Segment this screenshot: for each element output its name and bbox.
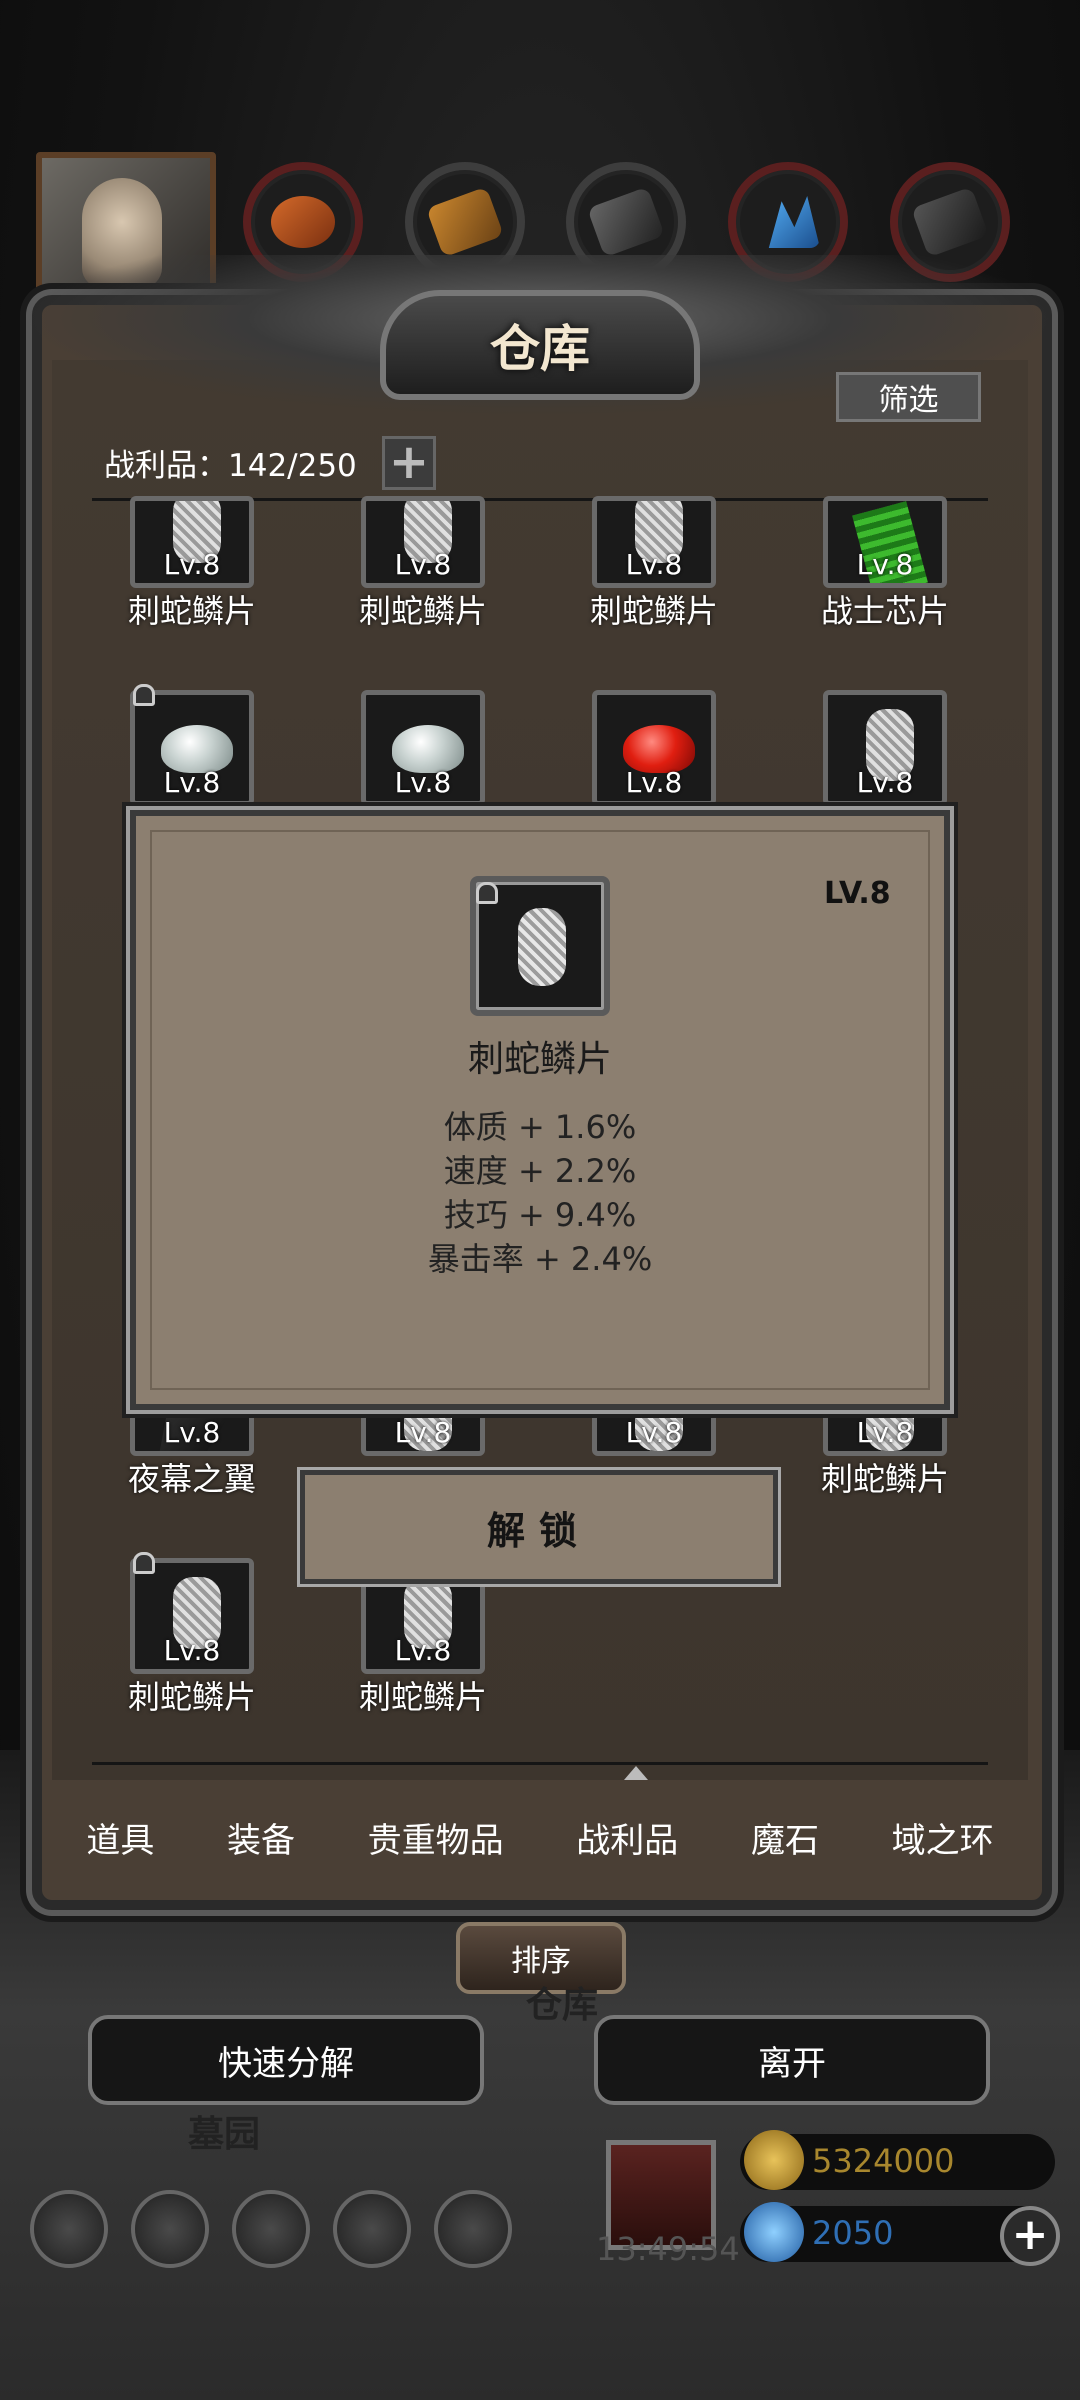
mail-icon[interactable] — [333, 2190, 411, 2268]
inventory-item[interactable]: Lv.8 战士芯片 — [810, 496, 960, 632]
item-slot: Lv.8 — [361, 496, 485, 588]
scale-icon — [518, 908, 566, 986]
item-slot: Lv.8 — [823, 496, 947, 588]
inventory-item[interactable]: Lv.8 刺蛇鳞片 — [117, 496, 267, 632]
lock-icon — [476, 882, 498, 904]
codex-icon[interactable] — [232, 2190, 310, 2268]
inventory-item[interactable]: Lv.8 刺蛇鳞片 — [348, 496, 498, 632]
item-name: 夜幕之翼 — [127, 1460, 256, 1498]
scene-warehouse-sign: 仓库 — [526, 1985, 599, 2026]
item-level: Lv.8 — [625, 548, 683, 581]
inventory-item[interactable]: Lv.8 — [348, 690, 498, 806]
resource-ore-dark[interactable] — [890, 162, 1010, 282]
item-name: 刺蛇鳞片 — [589, 592, 718, 630]
item-level: Lv.8 — [625, 1416, 683, 1449]
filter-button[interactable]: 筛选 — [836, 372, 981, 422]
item-name: 刺蛇鳞片 — [127, 592, 256, 630]
resource-iron[interactable] — [566, 162, 686, 282]
gift-timer: 13:49:54 — [596, 2230, 740, 2268]
inventory-item[interactable]: Lv.8 — [810, 690, 960, 806]
item-slot: Lv.8 — [361, 690, 485, 806]
lock-icon — [133, 684, 155, 706]
item-level: Lv.8 — [856, 1416, 914, 1449]
ore-dark-icon — [911, 186, 989, 258]
tooltip-stats: 体质 + 1.6% 速度 + 2.2% 技巧 + 9.4% 暴击率 + 2.4% — [0, 1105, 1080, 1281]
item-name: 刺蛇鳞片 — [358, 1678, 487, 1716]
item-slot: Lv.8 — [130, 496, 254, 588]
unlock-button[interactable]: 解锁 — [300, 1470, 778, 1584]
item-name: 刺蛇鳞片 — [820, 1460, 949, 1498]
gem-icon — [744, 2202, 804, 2262]
stat-line: 体质 + 1.6% — [443, 1108, 637, 1146]
item-level: Lv.8 — [856, 766, 914, 799]
tab-domain-rings[interactable]: 域之环 — [880, 1803, 1006, 1872]
resource-crystal[interactable] — [728, 162, 848, 282]
tooltip-item-name: 刺蛇鳞片 — [467, 1039, 612, 1080]
item-level: Lv.8 — [394, 1634, 452, 1667]
add-gems-button[interactable]: + — [1000, 2206, 1060, 2266]
inventory-item[interactable]: Lv.8 — [117, 684, 267, 806]
gold-amount: 5324000 — [812, 2142, 955, 2180]
stat-line: 暴击率 + 2.4% — [427, 1240, 653, 1278]
item-slot: Lv.8 — [592, 496, 716, 588]
item-slot: Lv.8 — [130, 690, 254, 806]
inventory-item[interactable]: Lv.8 刺蛇鳞片 — [117, 1552, 267, 1718]
tab-items[interactable]: 道具 — [74, 1803, 166, 1872]
settings-icon[interactable] — [30, 2190, 108, 2268]
inventory-item[interactable]: Lv.8 刺蛇鳞片 — [579, 496, 729, 632]
category-tabs: 道具 装备 贵重物品 战利品 魔石 域之环 — [50, 1782, 1030, 1892]
item-level: Lv.8 — [163, 1634, 221, 1667]
gold-coin-icon — [744, 2130, 804, 2190]
item-level: Lv.8 — [394, 1416, 452, 1449]
crystal-icon — [768, 196, 820, 248]
item-level: Lv.8 — [163, 548, 221, 581]
tab-valuables[interactable]: 贵重物品 — [356, 1803, 516, 1872]
item-level: Lv.8 — [856, 548, 914, 581]
active-tab-indicator — [624, 1766, 648, 1780]
loot-capacity-label: 战利品：142/250 — [104, 448, 357, 484]
tab-equipment[interactable]: 装备 — [215, 1803, 307, 1872]
inventory-item[interactable]: Lv.8 — [579, 690, 729, 806]
item-slot: Lv.8 — [130, 1558, 254, 1674]
resource-wood[interactable] — [405, 162, 525, 282]
scene-graveyard-label: 墓园 — [188, 2114, 261, 2155]
avatar — [82, 178, 162, 288]
item-level: Lv.8 — [163, 766, 221, 799]
item-name: 刺蛇鳞片 — [358, 592, 487, 630]
item-name: 刺蛇鳞片 — [127, 1678, 256, 1716]
tooltip-item-icon — [470, 876, 610, 1016]
shop-icon[interactable] — [434, 2190, 512, 2268]
stat-line: 技巧 + 9.4% — [443, 1196, 637, 1234]
lock-icon — [133, 1552, 155, 1574]
leave-button[interactable]: 离开 — [594, 2015, 990, 2105]
item-slot: Lv.8 — [592, 690, 716, 806]
expand-capacity-button[interactable]: + — [382, 436, 436, 490]
tab-magic-stones[interactable]: 魔石 — [739, 1803, 831, 1872]
player-portrait[interactable] — [36, 152, 216, 302]
page-title: 仓库 — [490, 320, 590, 378]
divider — [92, 1762, 988, 1765]
tooltip-level: LV.8 — [824, 876, 891, 911]
item-level: Lv.8 — [163, 1416, 221, 1449]
item-slot: Lv.8 — [823, 690, 947, 806]
gem-amount: 2050 — [812, 2214, 894, 2252]
warehouse-title-plate: 仓库 — [380, 290, 700, 400]
ore-orange-icon — [271, 196, 335, 248]
item-name: 战士芯片 — [820, 592, 949, 630]
achievement-icon[interactable] — [131, 2190, 209, 2268]
wood-icon — [426, 186, 504, 258]
tab-loot[interactable]: 战利品 — [564, 1803, 690, 1872]
iron-icon — [587, 186, 665, 258]
stat-line: 速度 + 2.2% — [443, 1152, 637, 1190]
item-level: Lv.8 — [625, 766, 683, 799]
resource-ore-orange[interactable] — [243, 162, 363, 282]
item-level: Lv.8 — [394, 766, 452, 799]
item-level: Lv.8 — [394, 548, 452, 581]
quick-decompose-button[interactable]: 快速分解 — [88, 2015, 484, 2105]
